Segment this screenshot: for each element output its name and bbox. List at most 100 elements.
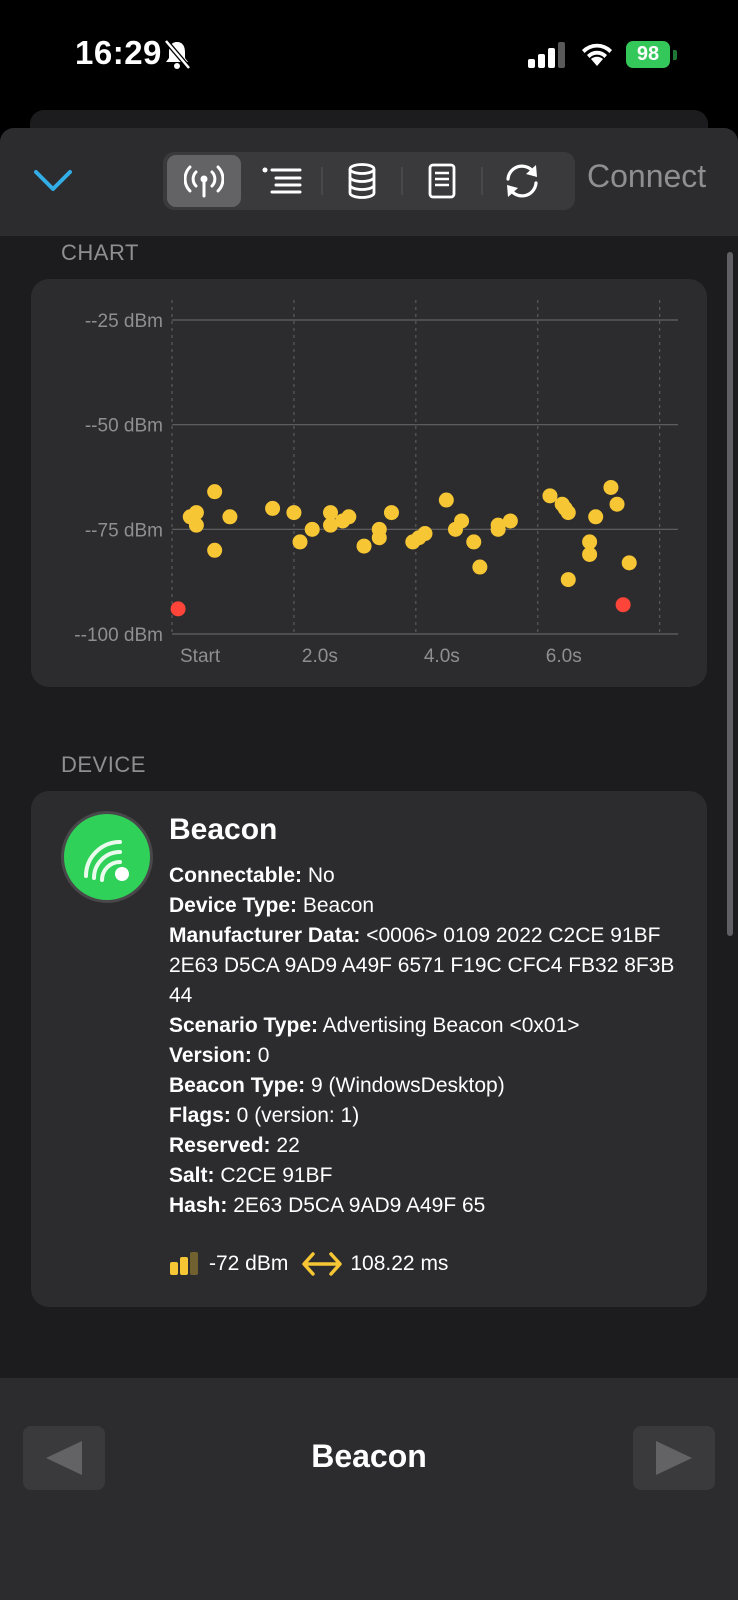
data-point <box>323 505 339 521</box>
data-point <box>502 513 518 529</box>
y-tick-label: --75 dBm <box>85 520 163 541</box>
data-point <box>454 513 470 529</box>
x-tick-label: 6.0s <box>546 646 582 667</box>
device-field: Reserved: 22 <box>169 1131 689 1161</box>
connect-button[interactable]: Connect <box>587 158 706 195</box>
data-point <box>542 488 558 504</box>
device-field-key: Reserved: <box>169 1134 271 1157</box>
bottom-navigation-bar: Beacon <box>0 1378 738 1600</box>
data-point <box>490 521 506 537</box>
bell-slash-icon <box>164 39 191 70</box>
interval-value: 108.22 ms <box>350 1252 449 1275</box>
y-tick-label: --100 dBm <box>74 625 163 646</box>
data-point <box>417 526 433 542</box>
toolbar: Connect <box>0 128 738 236</box>
data-point <box>466 534 482 550</box>
device-field-key: Version: <box>169 1044 252 1067</box>
tab-advertisement[interactable] <box>167 155 241 207</box>
data-point <box>265 500 281 516</box>
bottom-title: Beacon <box>311 1438 427 1474</box>
data-point <box>341 509 357 525</box>
data-point <box>286 505 302 521</box>
device-name: Beacon <box>169 813 278 846</box>
segment-divider <box>481 167 483 195</box>
y-tick-label: --50 dBm <box>85 416 163 437</box>
x-tick-label: 2.0s <box>302 646 338 667</box>
x-tick-label: 4.0s <box>424 646 460 667</box>
data-point <box>472 559 488 575</box>
signal-bars-icon <box>170 1252 198 1275</box>
data-point <box>582 546 598 562</box>
device-field: Beacon Type: 9 (WindowsDesktop) <box>169 1071 689 1101</box>
data-point <box>170 601 186 617</box>
tab-document[interactable] <box>405 155 479 207</box>
data-point <box>207 542 223 558</box>
chevron-down-icon[interactable] <box>30 160 76 200</box>
device-field-key: Salt: <box>169 1164 215 1187</box>
device-field-key: Connectable: <box>169 864 303 887</box>
triangle-right-icon <box>656 1441 692 1475</box>
status-time: 16:29 <box>75 34 162 71</box>
wifi-icon <box>582 43 612 66</box>
data-point <box>371 530 387 546</box>
device-field: Manufacturer Data: <0006> 0109 2022 C2CE… <box>169 921 689 1011</box>
device-field: Connectable: No <box>169 861 689 891</box>
data-point <box>560 505 576 521</box>
rssi-value: -72 dBm <box>209 1252 289 1275</box>
rssi-chart: --25 dBm --50 dBm --75 dBm --100 dBm Start 2.… <box>74 300 678 667</box>
tab-refresh[interactable] <box>485 155 559 207</box>
data-point <box>603 479 619 495</box>
device-field-value: 9 (WindowsDesktop) <box>305 1074 505 1097</box>
device-field: Hash: 2E63 D5CA 9AD9 A49F 65 <box>169 1191 689 1221</box>
data-point <box>560 572 576 588</box>
device-field-value: Beacon <box>297 894 375 917</box>
refresh-icon <box>506 164 538 198</box>
beacon-icon <box>84 840 129 882</box>
data-point <box>304 521 320 537</box>
data-point <box>356 538 372 554</box>
status-bar: 16:29 98 <box>0 0 738 110</box>
device-field-value: 22 <box>270 1134 300 1157</box>
view-segmented-control <box>163 152 575 210</box>
data-point <box>438 492 454 508</box>
battery-tip <box>673 50 677 60</box>
scroll-indicator[interactable] <box>727 252 733 936</box>
data-point <box>609 496 625 512</box>
device-field-value: No <box>302 864 335 887</box>
data-point <box>621 555 637 571</box>
data-point <box>615 597 631 613</box>
segment-divider <box>401 167 403 195</box>
data-point <box>207 484 223 500</box>
data-point <box>188 517 204 533</box>
device-field: Flags: 0 (version: 1) <box>169 1101 689 1131</box>
document-icon <box>428 163 456 199</box>
device-field-key: Hash: <box>169 1194 228 1217</box>
device-field-key: Device Type: <box>169 894 297 917</box>
device-field: Device Type: Beacon <box>169 891 689 921</box>
device-field-value: Advertising Beacon <0x01> <box>318 1014 580 1037</box>
device-field-value: 0 (version: 1) <box>230 1104 360 1127</box>
database-icon <box>348 163 376 199</box>
tab-database[interactable] <box>325 155 399 207</box>
device-field-value: C2CE 91BF <box>214 1164 333 1187</box>
device-avatar <box>61 811 153 903</box>
data-point <box>588 509 604 525</box>
cellular-signal-icon <box>528 42 565 68</box>
next-button[interactable] <box>633 1426 715 1490</box>
device-field-value: 2E63 D5CA 9AD9 A49F 65 <box>227 1194 486 1217</box>
device-field-key: Beacon Type: <box>169 1074 306 1097</box>
battery-indicator: 98 <box>626 41 670 68</box>
detail-sheet: Connect CHART --25 dBm --50 dBm --75 dBm --… <box>0 128 738 1600</box>
device-field-key: Scenario Type: <box>169 1014 318 1037</box>
chart-card: --25 dBm --50 dBm --75 dBm --100 dBm Start 2.… <box>31 279 707 687</box>
device-card: Beacon Connectable: No Device Type: Beaco… <box>31 791 707 1307</box>
data-point <box>383 505 399 521</box>
list-icon <box>262 167 302 194</box>
data-point <box>292 534 308 550</box>
antenna-icon <box>184 165 224 198</box>
segment-divider <box>321 167 323 195</box>
device-field-key: Flags: <box>169 1104 231 1127</box>
x-tick-label: Start <box>180 646 221 667</box>
signal-row: -72 dBm 108.22 ms <box>169 1251 448 1277</box>
tab-list[interactable] <box>245 155 319 207</box>
